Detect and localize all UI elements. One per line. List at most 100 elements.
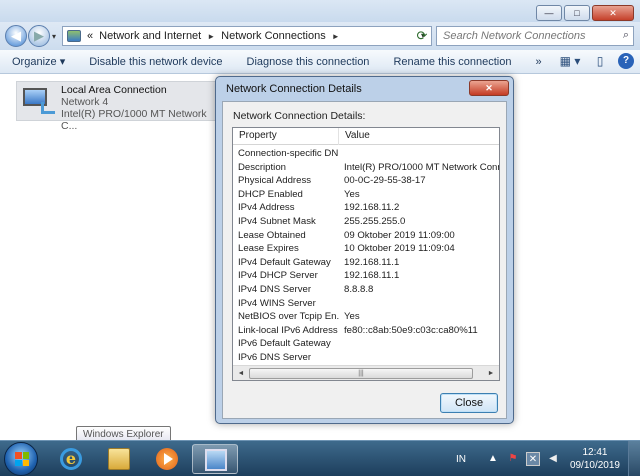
- back-button[interactable]: ◀: [5, 25, 27, 47]
- value-cell: Intel(R) PRO/1000 MT Network Connecti: [344, 161, 499, 173]
- column-header-value[interactable]: Value: [339, 128, 499, 145]
- help-icon[interactable]: ?: [618, 53, 634, 69]
- table-row[interactable]: Lease Expires 10 Oktober 2019 11:09:04: [233, 242, 499, 256]
- clock[interactable]: 12:41 09/10/2019: [570, 446, 620, 472]
- property-cell: IPv4 DHCP Server: [238, 270, 318, 282]
- change-view-icon[interactable]: ▦ ▾: [558, 53, 582, 69]
- value-cell: [339, 297, 499, 311]
- media-player-icon: [156, 448, 178, 470]
- language-indicator[interactable]: IN: [456, 454, 466, 465]
- taskbar: e IN ▲ ⚑ ✕ ◀ 12:41 09/10/2019: [0, 440, 640, 476]
- close-window-button[interactable]: ✕: [592, 5, 634, 21]
- title-bar[interactable]: — □ ✕: [0, 0, 640, 24]
- dialog-close-icon[interactable]: ✕: [469, 80, 509, 96]
- connection-local-area[interactable]: Local Area Connection Network 4 Intel(R)…: [16, 81, 216, 132]
- network-connections-icon: [205, 449, 227, 471]
- connection-details-dialog: Network Connection Details ✕ Network Con…: [215, 76, 514, 424]
- taskbar-media-player[interactable]: [144, 444, 190, 474]
- organize-button[interactable]: Organize ▾: [0, 55, 77, 68]
- table-row[interactable]: Description Intel(R) PRO/1000 MT Network …: [233, 161, 499, 175]
- connection-name: Local Area Connection: [61, 84, 167, 96]
- breadcrumb-root-chevron[interactable]: «: [87, 30, 93, 42]
- value-cell: 192.168.11.1: [344, 270, 400, 282]
- recent-pages-dropdown[interactable]: ▾: [52, 32, 56, 41]
- action-center-flag-icon[interactable]: ⚑: [506, 452, 520, 466]
- property-cell: IPv6 Default Gateway: [238, 338, 331, 350]
- table-row[interactable]: IPv4 Address 192.168.11.2: [233, 201, 499, 215]
- diagnose-button[interactable]: Diagnose this connection: [235, 56, 382, 68]
- connection-network: Network 4: [61, 96, 109, 108]
- search-input[interactable]: Search Network Connections ⌕: [436, 26, 634, 46]
- show-hidden-icons-icon[interactable]: ▲: [486, 452, 500, 466]
- property-cell: IPv6 DNS Server: [238, 351, 312, 363]
- property-cell: IPv4 Address: [238, 202, 295, 214]
- table-row[interactable]: Connection-specific DN...: [233, 147, 499, 161]
- table-row[interactable]: NetBIOS over Tcpip En... Yes: [233, 310, 499, 324]
- value-cell: 255.255.255.0: [344, 215, 406, 227]
- value-cell: Yes: [344, 188, 360, 200]
- table-row[interactable]: Lease Obtained 09 Oktober 2019 11:09:00: [233, 229, 499, 243]
- system-tray: IN ▲ ⚑ ✕ ◀ 12:41 09/10/2019: [456, 441, 640, 476]
- more-commands-button[interactable]: »: [523, 56, 553, 68]
- scroll-right-icon[interactable]: ►: [484, 368, 498, 379]
- table-row[interactable]: Physical Address 00-0C-29-55-38-17: [233, 174, 499, 188]
- table-row[interactable]: Link-local IPv6 Address fe80::c8ab:50e9:c…: [233, 324, 499, 338]
- table-row[interactable]: IPv6 Default Gateway: [233, 337, 499, 351]
- details-listview[interactable]: Property Value Connection-specific DN...…: [232, 127, 500, 381]
- table-row[interactable]: DHCP Enabled Yes: [233, 188, 499, 202]
- forward-button[interactable]: ▶: [28, 25, 50, 47]
- rename-button[interactable]: Rename this connection: [381, 56, 523, 68]
- table-row[interactable]: IPv4 Subnet Mask 255.255.255.0: [233, 215, 499, 229]
- minimize-button[interactable]: —: [536, 5, 562, 21]
- search-placeholder: Search Network Connections: [443, 30, 586, 42]
- value-cell: Yes: [344, 311, 360, 323]
- dialog-body: Network Connection Details: Property Val…: [222, 101, 507, 419]
- listview-rows: Connection-specific DN... Description Inte…: [233, 147, 499, 365]
- address-bar[interactable]: « Network and Internet ► Network Connect…: [62, 26, 432, 46]
- breadcrumb-network-and-internet[interactable]: Network and Internet: [99, 30, 201, 42]
- table-row[interactable]: IPv4 DHCP Server 192.168.11.1: [233, 269, 499, 283]
- show-desktop-button[interactable]: [628, 441, 640, 476]
- taskbar-windows-explorer[interactable]: [96, 444, 142, 474]
- navigation-bar: ◀ ▶ ▾ « Network and Internet ► Network C…: [0, 22, 640, 50]
- search-icon[interactable]: ⌕: [623, 29, 629, 42]
- property-cell: Connection-specific DN...: [238, 148, 339, 159]
- internet-explorer-icon: e: [60, 448, 82, 470]
- property-cell: Description: [238, 161, 286, 173]
- windows-logo-icon: [15, 452, 29, 466]
- value-cell: 00-0C-29-55-38-17: [344, 175, 426, 187]
- network-status-icon[interactable]: ✕: [525, 452, 540, 466]
- scroll-left-icon[interactable]: ◄: [234, 368, 248, 379]
- volume-icon[interactable]: ◀: [546, 452, 560, 466]
- property-cell: IPv4 Subnet Mask: [238, 215, 316, 227]
- control-panel-icon: [67, 30, 81, 42]
- horizontal-scrollbar[interactable]: ◄ ||| ►: [233, 365, 499, 380]
- table-row[interactable]: IPv6 DNS Server: [233, 351, 499, 365]
- close-button[interactable]: Close: [440, 393, 498, 413]
- scroll-thumb[interactable]: |||: [249, 368, 473, 379]
- table-row[interactable]: IPv4 DNS Server 8.8.8.8: [233, 283, 499, 297]
- disable-device-button[interactable]: Disable this network device: [77, 56, 234, 68]
- property-cell: Physical Address: [238, 175, 312, 187]
- taskbar-network-connections[interactable]: [192, 444, 238, 474]
- breadcrumb-network-connections[interactable]: Network Connections: [221, 30, 326, 42]
- table-row[interactable]: IPv4 Default Gateway 192.168.11.1: [233, 256, 499, 270]
- property-cell: Lease Expires: [238, 243, 299, 255]
- connection-adapter: Intel(R) PRO/1000 MT Network C...: [61, 108, 207, 132]
- property-cell: IPv4 DNS Server: [238, 283, 312, 295]
- value-cell: [339, 351, 499, 365]
- table-row[interactable]: IPv4 WINS Server: [233, 297, 499, 311]
- column-header-property[interactable]: Property: [233, 128, 339, 145]
- breadcrumb-separator-icon[interactable]: ►: [207, 32, 215, 41]
- toolbar-right: ▦ ▾ ▯ ?: [558, 53, 634, 69]
- breadcrumb-separator-icon[interactable]: ►: [332, 32, 340, 41]
- preview-pane-icon[interactable]: ▯: [592, 53, 608, 69]
- start-button[interactable]: [4, 442, 38, 476]
- maximize-button[interactable]: □: [564, 5, 590, 21]
- folder-icon: [108, 448, 130, 470]
- property-cell: Lease Obtained: [238, 229, 306, 241]
- taskbar-internet-explorer[interactable]: e: [48, 444, 94, 474]
- value-cell: 8.8.8.8: [344, 283, 374, 295]
- value-cell: [339, 147, 499, 161]
- refresh-icon[interactable]: ⟳: [412, 26, 432, 46]
